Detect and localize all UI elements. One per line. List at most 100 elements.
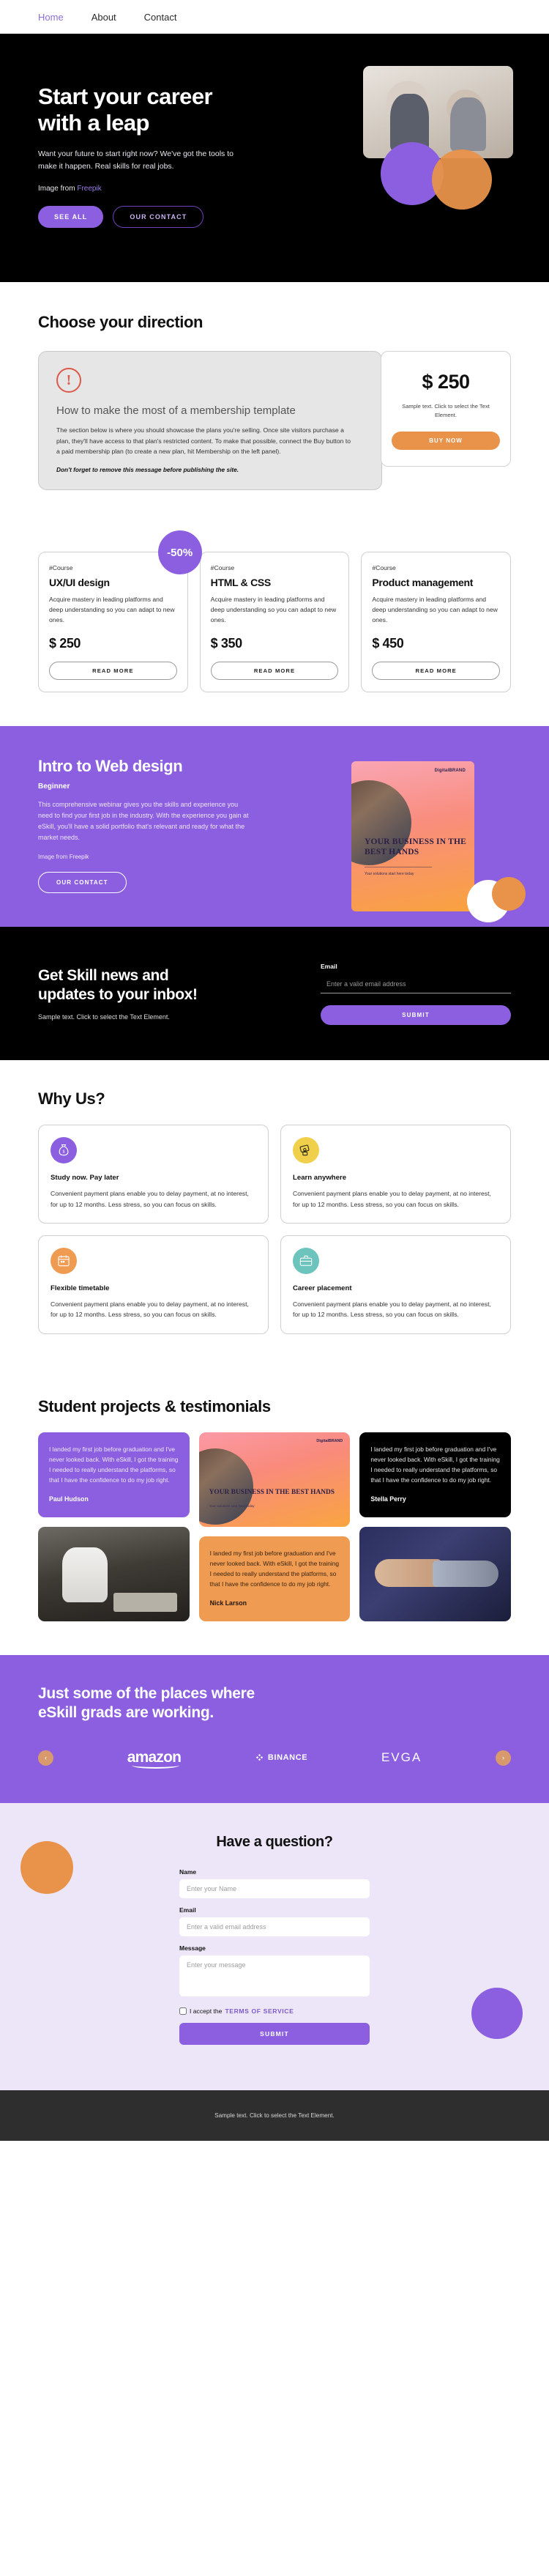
hero-title: Start your career with a leap — [38, 84, 258, 136]
intro-contact-button[interactable]: OUR CONTACT — [38, 872, 127, 894]
hero-subtitle: Want your future to start right now? We'… — [38, 149, 234, 171]
newsletter-title: Get Skill news and updates to your inbox… — [38, 966, 291, 1004]
why-card-title: Career placement — [293, 1284, 352, 1292]
why-card-title: Learn anywhere — [293, 1174, 347, 1182]
carousel-prev-icon[interactable]: ‹ — [38, 1750, 53, 1766]
alert-icon: ! — [56, 367, 81, 393]
newsletter-submit-button[interactable]: SUBMIT — [321, 1005, 511, 1026]
logos-title-line2: eSkill grads are working. — [38, 1704, 214, 1722]
contact-name-input[interactable] — [179, 1879, 370, 1899]
binance-diamond-icon — [255, 1754, 263, 1761]
hero-section: Start your career with a leap Want your … — [0, 34, 549, 282]
intro-description: This comprehensive webinar gives you the… — [38, 801, 249, 842]
carousel-next-icon[interactable]: › — [495, 1750, 511, 1766]
poster-headline: YOUR BUSINESS IN THE BEST HANDS — [209, 1489, 335, 1497]
poster-headline: YOUR BUSINESS IN THE BEST HANDS — [365, 837, 466, 856]
contact-email-label: Email — [179, 1906, 196, 1914]
course-tag: #Course — [210, 564, 235, 572]
hero-credit-link[interactable]: Freepik — [77, 185, 101, 193]
poster-image: DigitalBRAND YOUR BUSINESS IN THE BEST H… — [351, 761, 474, 912]
course-description: Acquire mastery in leading platforms and… — [372, 596, 498, 624]
testimonial-author: Stella Perry — [370, 1495, 406, 1503]
contact-message-textarea[interactable] — [179, 1955, 370, 1997]
hero-buttons: SEE ALL OUR CONTACT — [38, 205, 258, 228]
course-card[interactable]: #Course HTML & CSS Acquire mastery in le… — [199, 552, 350, 693]
contact-submit-button[interactable]: SUBMIT — [179, 2023, 370, 2046]
price-card: $ 250 Sample text. Click to select the T… — [381, 350, 511, 467]
contact-section: Have a question? Name Email Message I ac… — [0, 1803, 549, 2091]
direction-section: Choose your direction ! How to make the … — [0, 281, 549, 522]
why-card: $ Study now. Pay later Convenient paymen… — [38, 1125, 269, 1224]
testimonial-card: I landed my first job before graduation … — [38, 1432, 190, 1517]
direction-heading: Choose your direction — [38, 312, 203, 331]
intro-image-credit: Image from Freepik — [38, 854, 258, 860]
amazon-logo: amazon — [127, 1749, 182, 1769]
poster-subtext: Your solutions start here today — [365, 872, 414, 877]
why-us-section: Why Us? $ Study now. Pay later Convenien… — [0, 1060, 549, 1368]
newsletter-email-input[interactable] — [321, 977, 511, 994]
price-subtext: Sample text. Click to select the Text El… — [402, 402, 490, 419]
binance-logo: BINANCE — [255, 1753, 307, 1763]
intro-webinar-section: Intro to Web design Beginner This compre… — [0, 726, 549, 928]
newsletter-form: Email SUBMIT — [321, 959, 511, 1026]
course-card[interactable]: #Course Product management Acquire maste… — [361, 552, 512, 693]
nav-item-about[interactable]: About — [92, 12, 116, 23]
price-amount: $ 250 — [422, 370, 470, 393]
contact-message-label: Message — [179, 1944, 206, 1953]
why-card: Career placement Convenient payment plan… — [280, 1235, 511, 1334]
contact-email-input[interactable] — [179, 1917, 370, 1937]
orange-circle-decoration — [432, 149, 492, 210]
testimonial-author: Nick Larson — [209, 1599, 247, 1607]
membership-notice: ! How to make the most of a membership t… — [38, 350, 382, 491]
why-card: Learn anywhere Convenient payment plans … — [280, 1125, 511, 1224]
contact-name-label: Name — [179, 1868, 197, 1876]
course-tag: #Course — [49, 564, 73, 572]
read-more-button[interactable]: READ MORE — [372, 662, 501, 681]
terms-checkbox[interactable] — [179, 2007, 187, 2016]
terms-of-service-link[interactable]: TERMS OF SERVICE — [225, 2007, 294, 2015]
read-more-button[interactable]: READ MORE — [49, 662, 177, 681]
our-contact-button[interactable]: OUR CONTACT — [113, 205, 204, 228]
logos-title: Just some of the places where eSkill gra… — [38, 1684, 511, 1723]
newsletter-section: Get Skill news and updates to your inbox… — [0, 927, 549, 1061]
poster-logo: DigitalBRAND — [316, 1438, 343, 1443]
page-footer: Sample text. Click to select the Text El… — [0, 2090, 549, 2142]
notice-title: How to make the most of a membership tem… — [56, 404, 296, 417]
testimonial-author: Paul Hudson — [49, 1495, 89, 1503]
poster-subtext: Your solutions start here today — [209, 1503, 255, 1508]
terms-consent-prefix: I accept the — [190, 2007, 223, 2016]
why-card: Flexible timetable Convenient payment pl… — [38, 1235, 269, 1334]
course-title: UX/UI design — [49, 577, 110, 589]
poster-logo: DigitalBRAND — [434, 769, 466, 774]
nav-item-home[interactable]: Home — [38, 12, 64, 23]
hero-image-credit: Image from Freepik — [38, 185, 258, 193]
course-price: $ 350 — [210, 636, 242, 651]
why-card-description: Convenient payment plans enable you to d… — [51, 1190, 249, 1208]
notice-body-text: The section below is where you should sh… — [56, 426, 351, 456]
terms-consent-row: I accept the TERMS OF SERVICE — [179, 2007, 370, 2016]
testimonial-text: I landed my first job before graduation … — [49, 1445, 179, 1484]
intro-credit-link[interactable]: Freepik — [70, 854, 89, 860]
intro-title: Intro to Web design — [38, 757, 183, 776]
hero-artwork — [353, 66, 521, 210]
nav-item-contact[interactable]: Contact — [144, 12, 177, 23]
briefcase-icon — [293, 1247, 319, 1274]
intro-artwork: DigitalBRAND YOUR BUSINESS IN THE BEST H… — [332, 761, 526, 927]
buy-now-button[interactable]: BUY NOW — [392, 432, 500, 451]
partner-logos-section: Just some of the places where eSkill gra… — [0, 1654, 549, 1804]
hero-copy: Start your career with a leap Want your … — [38, 73, 258, 228]
intro-level-badge: Beginner — [38, 782, 70, 791]
landing-page: Home About Contact Start your career wit… — [0, 0, 549, 2142]
contact-title: Have a question? — [216, 1834, 333, 1851]
see-all-button[interactable]: SEE ALL — [38, 205, 104, 228]
testimonial-text: I landed my first job before graduation … — [370, 1445, 500, 1484]
hand-card-icon — [293, 1137, 319, 1164]
purple-circle-decoration — [471, 1988, 523, 2040]
course-card[interactable]: -50% #Course UX/UI design Acquire master… — [38, 530, 202, 693]
course-tag: #Course — [372, 564, 396, 572]
student-classroom-image — [38, 1526, 190, 1621]
why-card-description: Convenient payment plans enable you to d… — [293, 1190, 491, 1208]
read-more-button[interactable]: READ MORE — [210, 662, 339, 681]
logos-title-line1: Just some of the places where — [38, 1684, 255, 1702]
student-handshake-image — [359, 1526, 511, 1621]
